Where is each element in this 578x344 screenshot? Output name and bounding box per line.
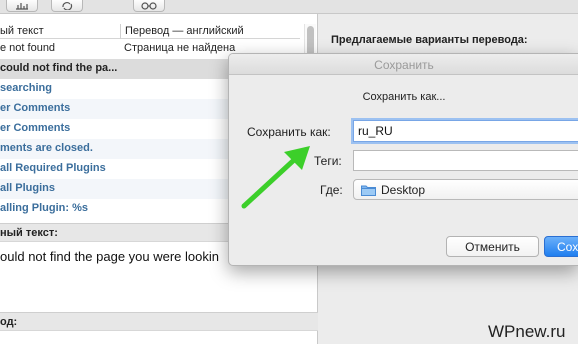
row-source: could not find the pa...: [0, 62, 118, 74]
location-select[interactable]: Desktop: [353, 179, 578, 200]
translation-text-label: од:: [0, 312, 318, 331]
refresh-button[interactable]: [51, 0, 83, 12]
annotation-arrow-icon: [241, 146, 310, 209]
row-source: er Comments: [0, 122, 71, 134]
table-header: ый текст Перевод — английский: [0, 24, 300, 39]
glasses-icon: [141, 2, 157, 10]
scrollbar-thumb[interactable]: [307, 26, 314, 56]
preview-button[interactable]: [133, 0, 165, 12]
statistics-button[interactable]: [6, 0, 38, 12]
row-source: alling Plugin: %s: [0, 202, 89, 214]
row-source: er Comments: [0, 102, 71, 114]
row-translation: Страница не найдена: [124, 42, 236, 54]
folder-icon: [361, 185, 376, 196]
cancel-button[interactable]: Отменить: [446, 236, 539, 257]
row-source: e not found: [0, 42, 56, 54]
refresh-icon: [62, 2, 73, 10]
source-text-content[interactable]: ould not find the page you were lookin: [0, 249, 219, 264]
location-value: Desktop: [381, 183, 426, 197]
toolbar: [0, 0, 578, 14]
save-as-input[interactable]: [353, 120, 578, 142]
watermark: WPnew.ru: [488, 322, 566, 341]
column-divider[interactable]: [120, 24, 121, 39]
row-source: searching: [0, 82, 52, 94]
dialog-titlebar[interactable]: Сохранить: [229, 54, 578, 75]
row-source: all Plugins: [0, 182, 56, 194]
chart-icon: [16, 3, 28, 10]
where-label: Где:: [320, 183, 343, 197]
column-translation-header[interactable]: Перевод — английский: [125, 25, 244, 37]
save-button[interactable]: Сох: [544, 236, 578, 257]
column-source-header[interactable]: ый текст: [0, 25, 44, 37]
row-source: ments are closed.: [0, 142, 93, 154]
dialog-prompt: Сохранить как...: [362, 91, 446, 103]
save-as-label: Сохранить как:: [247, 125, 331, 139]
tags-label: Теги:: [314, 154, 342, 168]
tags-input[interactable]: [353, 150, 578, 171]
row-source: all Required Plugins: [0, 162, 106, 174]
dialog-title: Сохранить: [374, 58, 434, 72]
suggestions-title: Предлагаемые варианты перевода:: [331, 34, 528, 46]
